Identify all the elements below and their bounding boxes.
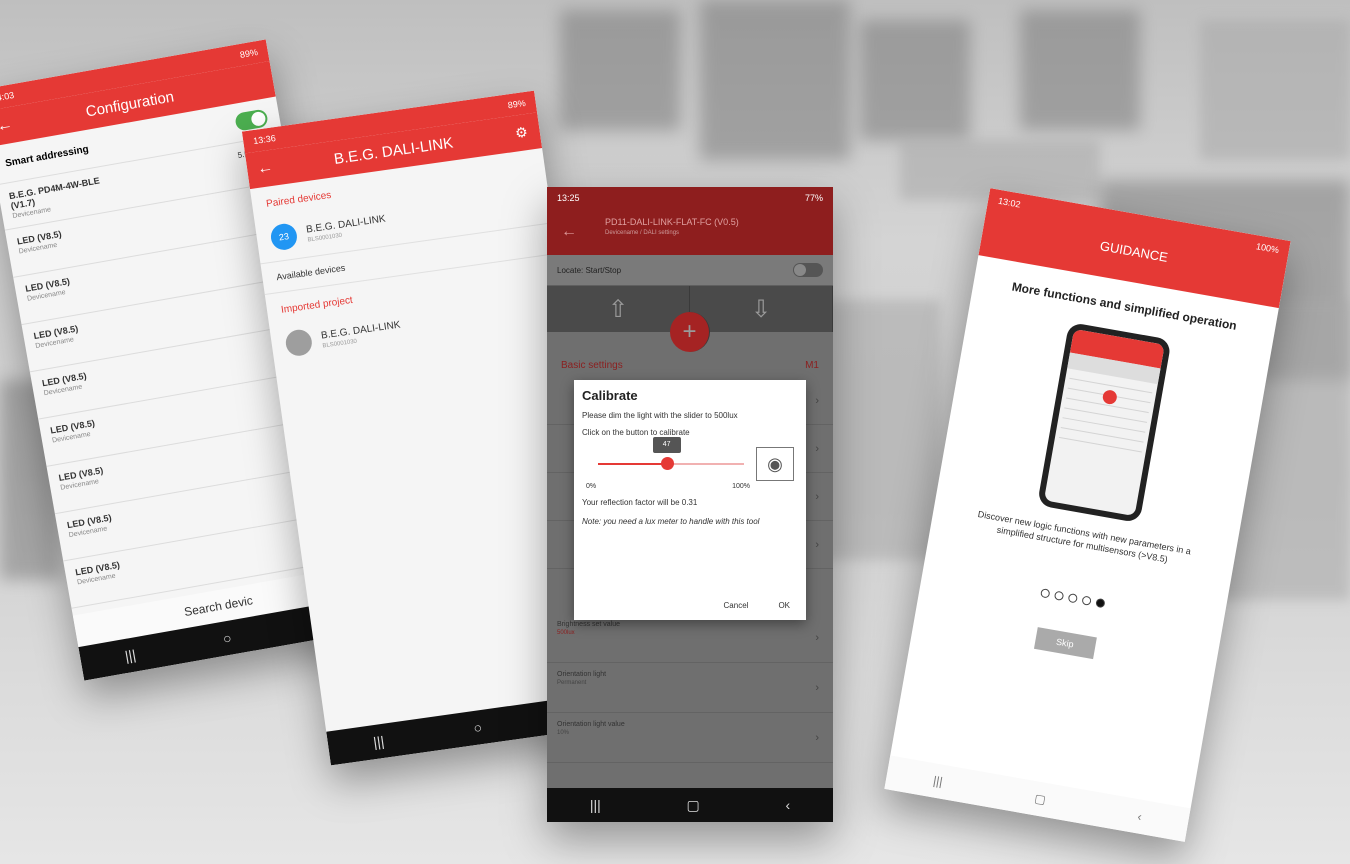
upload-icon[interactable]: ⇧ <box>547 286 690 332</box>
chevron-right-icon: › <box>815 394 819 407</box>
phone-illustration <box>1036 321 1172 524</box>
home-icon[interactable]: ▢ <box>1033 791 1047 807</box>
locate-row: Locate: Start/Stop <box>547 255 833 286</box>
page-dot[interactable] <box>1039 588 1051 599</box>
slider-max-label: 100% <box>732 483 750 490</box>
skip-button[interactable]: Skip <box>1033 627 1097 660</box>
home-icon[interactable]: ○ <box>472 719 483 736</box>
settings-row[interactable]: Orientation light Permanent › <box>547 663 833 713</box>
gear-icon[interactable]: ⚙ <box>514 123 529 142</box>
chevron-right-icon: › <box>815 731 819 744</box>
setting-title: Brightness set value <box>557 621 621 628</box>
cancel-button[interactable]: Cancel <box>724 601 749 610</box>
calibrate-dialog: Calibrate Please dim the light with the … <box>574 380 806 620</box>
download-icon[interactable]: ⇩ <box>690 286 833 332</box>
locate-toggle[interactable] <box>793 263 823 277</box>
calibrate-appbar: ← PD11-DALI-LINK-FLAT-FC (V0.5) Devicena… <box>547 209 833 255</box>
smart-addressing-label: Smart addressing <box>4 143 90 169</box>
ok-button[interactable]: OK <box>778 601 790 610</box>
page-dot[interactable] <box>1067 593 1078 604</box>
brightness-slider[interactable]: 47 ◉ <box>582 437 798 481</box>
page-dot[interactable] <box>1053 590 1065 602</box>
reflection-factor-text: Your reflection factor will be 0.31 <box>582 498 698 507</box>
upload-download-bar: ⇧ ⇩ + <box>547 286 833 352</box>
home-icon[interactable]: ○ <box>222 630 233 647</box>
android-navbar: ||| ▢ ‹ <box>547 788 833 822</box>
page-subtitle: Devicename / DALI settings <box>605 230 680 236</box>
page-dot[interactable] <box>1095 598 1106 609</box>
dialog-instruction-2: Click on the button to calibrate <box>582 428 690 437</box>
settings-row[interactable]: Brightness set value 500lux › <box>547 613 833 663</box>
setting-value: Permanent <box>557 680 587 686</box>
settings-list: Brightness set value 500lux › Orientation l… <box>547 613 833 763</box>
slider-fill <box>598 463 667 465</box>
calibrate-phone-screen: 13:25 77% ← PD11-DALI-LINK-FLAT-FC (V0.5… <box>547 187 833 822</box>
back-nav-icon[interactable]: ‹ <box>1136 809 1142 823</box>
basic-settings-right: M1 <box>805 360 819 371</box>
add-fab-button[interactable]: + <box>670 312 710 352</box>
back-arrow-icon[interactable]: ← <box>256 159 274 179</box>
home-icon[interactable]: ▢ <box>687 797 700 814</box>
setting-title: Orientation light value <box>557 721 625 728</box>
slider-min-label: 0% <box>586 483 597 490</box>
basic-settings-label: Basic settings <box>561 360 623 371</box>
settings-row[interactable]: Orientation light value 10% › <box>547 713 833 763</box>
page-title: Configuration <box>84 87 176 121</box>
setting-value: 10% <box>557 730 570 736</box>
slider-thumb[interactable] <box>660 457 674 470</box>
status-battery: 77% <box>804 193 823 203</box>
chevron-right-icon: › <box>815 681 819 694</box>
page-title: B.E.G. DALI-LINK <box>332 133 455 168</box>
chevron-right-icon: › <box>815 490 819 503</box>
status-time: 13:25 <box>557 193 580 203</box>
back-arrow-icon[interactable]: ← <box>561 223 577 241</box>
page-dot[interactable] <box>1081 595 1092 607</box>
status-time: 13:02 <box>997 195 1022 210</box>
device-avatar <box>284 328 314 358</box>
dialog-instruction: Please dim the light with the slider to … <box>582 411 738 420</box>
recent-apps-icon[interactable]: ||| <box>124 646 138 664</box>
page-title: PD11-DALI-LINK-FLAT-FC (V0.5) <box>605 217 739 227</box>
status-battery: 100% <box>1255 241 1280 256</box>
lux-meter-note: Note: you need a lux meter to handle wit… <box>582 517 760 526</box>
device-avatar: 23 <box>269 222 299 252</box>
status-time: 14:03 <box>0 89 15 104</box>
eye-icon[interactable]: ◉ <box>756 447 794 481</box>
recent-apps-icon[interactable]: ||| <box>932 773 944 788</box>
page-indicator <box>922 568 1224 630</box>
setting-value: 500lux <box>557 630 575 636</box>
recent-apps-icon[interactable]: ||| <box>372 733 385 750</box>
back-arrow-icon[interactable]: ← <box>0 116 14 137</box>
chevron-right-icon: › <box>815 538 819 551</box>
slider-value-bubble: 47 <box>652 437 681 453</box>
status-battery: 89% <box>239 47 259 61</box>
setting-title: Orientation light <box>557 671 607 678</box>
back-nav-icon[interactable]: ‹ <box>785 797 790 813</box>
status-time: 13:36 <box>252 133 277 147</box>
locate-label: Locate: Start/Stop <box>557 265 622 275</box>
chevron-right-icon: › <box>815 442 819 455</box>
chevron-right-icon: › <box>815 631 819 644</box>
dialog-title: Calibrate <box>582 388 638 403</box>
status-battery: 89% <box>507 97 527 111</box>
recent-apps-icon[interactable]: ||| <box>590 797 601 813</box>
